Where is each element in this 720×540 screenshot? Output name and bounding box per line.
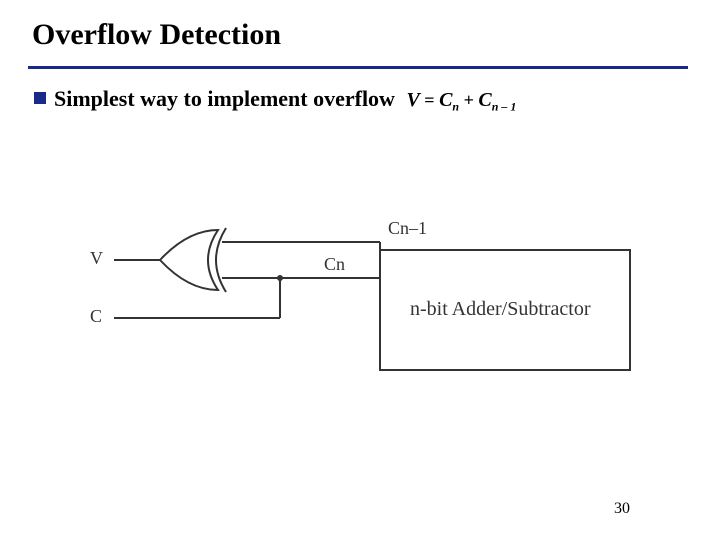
- overflow-diagram: V C Cn Cn–1 n-bit Adder/Subtractor: [80, 210, 640, 410]
- formula-sub-n1: n – 1: [492, 100, 517, 114]
- formula-plus: +: [464, 90, 474, 110]
- label-block: n-bit Adder/Subtractor: [410, 298, 591, 321]
- label-cn1: Cn–1: [388, 218, 427, 239]
- page-number: 30: [614, 500, 630, 518]
- formula-V: V: [406, 89, 419, 111]
- bullet-text: Simplest way to implement overflow V = C…: [54, 86, 516, 115]
- title-underline: [28, 66, 688, 69]
- formula-sub-n: n: [452, 100, 459, 114]
- label-cn: Cn: [324, 254, 345, 275]
- bullet-item: Simplest way to implement overflow V = C…: [34, 86, 516, 115]
- label-v: V: [90, 248, 103, 269]
- formula-C1: C: [439, 89, 452, 111]
- overflow-formula: V = Cn + Cn – 1: [406, 90, 516, 110]
- page-title: Overflow Detection: [32, 18, 281, 52]
- label-c: C: [90, 306, 102, 327]
- wire-junction-dot: [277, 275, 283, 281]
- formula-C2: C: [478, 89, 491, 111]
- bullet-square-icon: [34, 92, 46, 104]
- xor-gate-input-arc: [216, 228, 226, 292]
- xor-gate-body: [160, 230, 218, 290]
- bullet-body: Simplest way to implement overflow: [54, 86, 395, 111]
- formula-eq: =: [424, 90, 434, 110]
